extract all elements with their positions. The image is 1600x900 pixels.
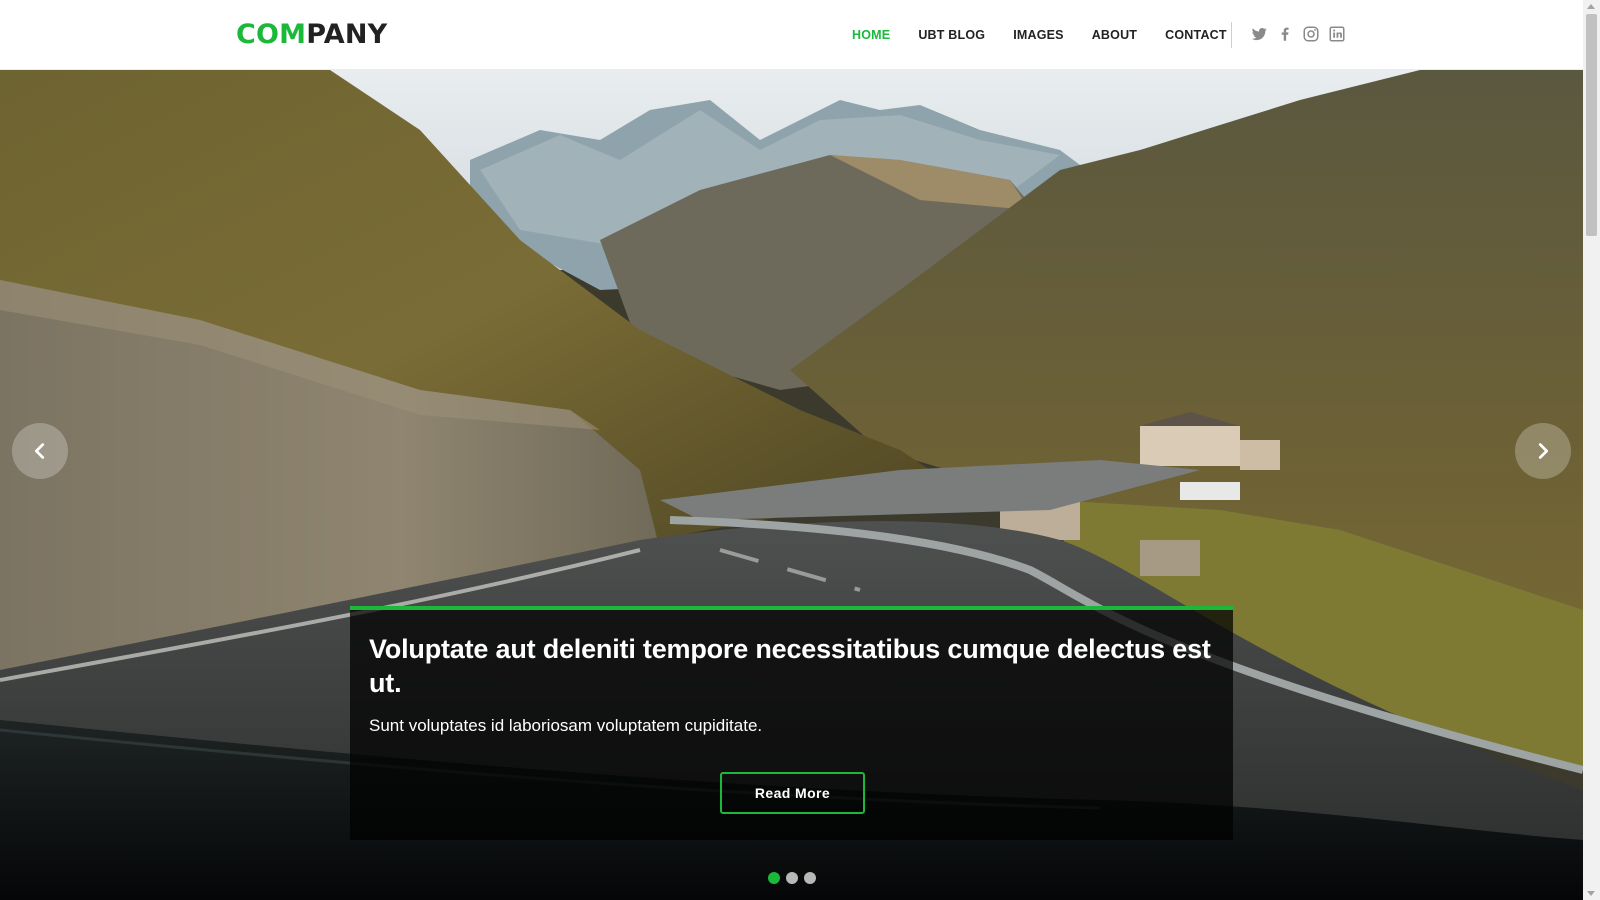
main-nav: HOME UBT BLOG IMAGES ABOUT CONTACT [852, 25, 1255, 45]
twitter-icon[interactable] [1250, 25, 1268, 43]
carousel-indicator[interactable] [786, 872, 798, 884]
carousel-next-button[interactable] [1515, 423, 1571, 479]
logo-accent-text: COM [236, 19, 307, 50]
linkedin-icon[interactable] [1328, 25, 1346, 43]
scroll-up-arrow-icon[interactable] [1587, 4, 1595, 9]
carousel-indicator[interactable] [804, 872, 816, 884]
scrollbar-thumb[interactable] [1586, 14, 1597, 236]
carousel-caption: Voluptate aut deleniti tempore necessita… [350, 606, 1233, 840]
chevron-left-icon [34, 443, 45, 459]
logo-text: PANY [306, 19, 388, 50]
carousel-indicators [768, 872, 816, 884]
scroll-down-arrow-icon[interactable] [1587, 891, 1595, 896]
company-logo[interactable]: COMPANY [236, 18, 387, 52]
nav-item-home[interactable]: HOME [852, 28, 890, 42]
chevron-right-icon [1538, 443, 1549, 459]
caption-text: Sunt voluptates id laboriosam voluptatem… [369, 716, 763, 735]
nav-divider [1231, 22, 1232, 48]
nav-item-about[interactable]: ABOUT [1092, 28, 1137, 42]
instagram-icon[interactable] [1302, 25, 1320, 43]
facebook-icon[interactable] [1276, 25, 1294, 43]
caption-title: Voluptate aut deleniti tempore necessita… [369, 634, 1211, 698]
site-header: COMPANY HOME UBT BLOG IMAGES ABOUT CONTA… [0, 0, 1583, 70]
page-scrollbar[interactable] [1583, 0, 1600, 900]
social-links [1250, 25, 1346, 43]
nav-item-ubt-blog[interactable]: UBT BLOG [918, 28, 985, 42]
nav-item-images[interactable]: IMAGES [1013, 28, 1064, 42]
carousel-indicator[interactable] [768, 872, 780, 884]
carousel-prev-button[interactable] [12, 423, 68, 479]
nav-item-contact[interactable]: CONTACT [1165, 28, 1227, 42]
hero-carousel: Voluptate aut deleniti tempore necessita… [0, 70, 1583, 900]
read-more-button[interactable]: Read More [720, 772, 865, 814]
